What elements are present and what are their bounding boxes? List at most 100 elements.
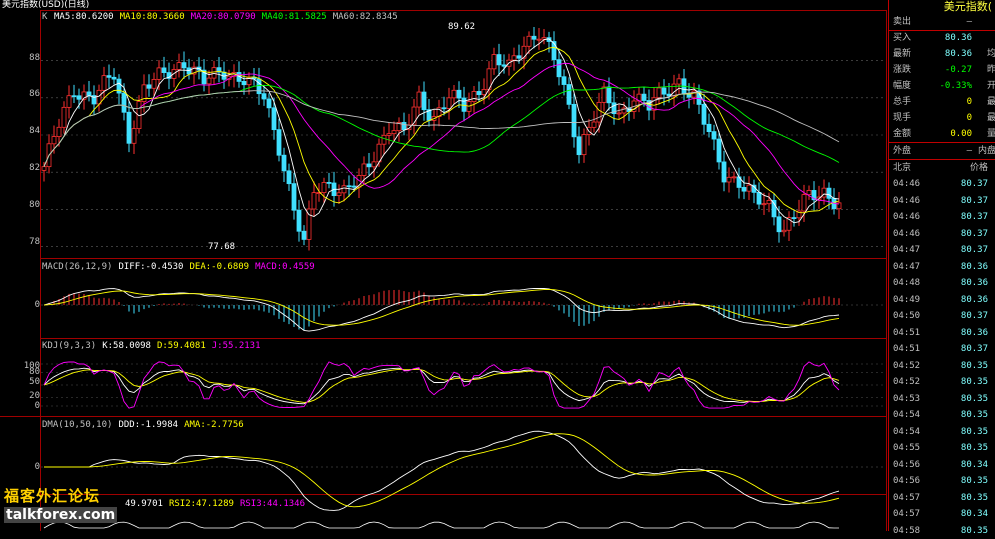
tick-time: 04:51: [893, 325, 920, 341]
tick-price: 80.36: [961, 325, 988, 341]
tick-price: 80.35: [961, 358, 988, 374]
quote-row: 现手0最: [889, 110, 995, 126]
tick-row: 04:5680.34: [889, 457, 995, 474]
candle-body: [382, 135, 386, 144]
candle-body: [537, 39, 541, 40]
ticks-header: 北京 价格: [889, 160, 995, 177]
quote-key: 买入: [893, 30, 911, 46]
tick-time: 04:50: [893, 308, 920, 324]
y-tick: 88: [28, 53, 40, 63]
tick-time: 04:54: [893, 424, 920, 440]
candle-body: [352, 186, 356, 187]
tick-row: 04:5080.37: [889, 308, 995, 325]
quote-value: -0.33%: [939, 78, 972, 94]
candle-body: [567, 85, 571, 105]
candle-body: [712, 132, 716, 139]
window-title: 美元指数(USD)(日线): [2, 0, 89, 10]
chart-area[interactable]: 美元指数(USD)(日线) K MA5:80.6200MA10:80.3660M…: [0, 0, 888, 531]
legend-item: MACD:0.4559: [255, 262, 315, 272]
candle-body: [402, 122, 406, 129]
candle-body: [277, 130, 281, 156]
tick-price: 80.35: [961, 440, 988, 456]
candle-body: [447, 98, 451, 109]
candle-body: [657, 88, 661, 98]
tick-row: 04:56 80.35: [889, 473, 995, 490]
candle-body: [152, 79, 156, 88]
tick-price: 80.37: [961, 193, 988, 209]
kdj-y-tick: 80: [28, 367, 40, 377]
tick-time: 04:47: [893, 242, 920, 258]
tick-time: 04:57: [893, 506, 920, 522]
legend-item: KDJ(9,3,3): [42, 341, 96, 351]
y-tick: 80: [28, 200, 40, 210]
tick-row: 04:4880.36: [889, 275, 995, 292]
candle-body: [302, 231, 306, 239]
legend-item: MA5:80.6200: [54, 12, 114, 22]
dma-y-tick: 0: [28, 462, 40, 472]
dma-legend: DMA(10,50,10)DDD:-1.9984AMA:-2.7756: [42, 420, 250, 430]
candle-body: [482, 89, 486, 94]
tick-time: 04:55: [893, 440, 920, 456]
tick-price: 80.34: [961, 457, 988, 473]
quote-row: 最新80.36均: [889, 46, 995, 62]
candle-body: [702, 104, 706, 124]
candle-body: [512, 56, 516, 60]
candle-body: [747, 185, 751, 191]
rsi-legend: 49.9701RSI2:47.1289RSI3:44.1346: [125, 499, 311, 509]
watermark-logo: 福客外汇论坛 talkforex.com: [0, 483, 125, 527]
candle-body: [422, 92, 426, 110]
candle-body: [607, 87, 611, 103]
tick-row: 04:5780.34: [889, 506, 995, 523]
tick-row: 04:5280.35: [889, 374, 995, 391]
quote-extra: 最: [987, 110, 995, 126]
candle-body: [692, 91, 696, 97]
candle-body: [107, 76, 111, 78]
tick-time: 04:56: [893, 473, 920, 489]
ticks-header-time: 北京: [893, 160, 911, 176]
candle-body: [457, 90, 461, 98]
y-tick: 86: [28, 89, 40, 99]
quote-key: 幅度: [893, 78, 911, 94]
legend-item: 49.9701: [125, 499, 163, 509]
candle-body: [597, 102, 601, 122]
y-tick: 82: [28, 163, 40, 173]
candle-body: [677, 79, 681, 84]
candle-body: [777, 217, 781, 232]
candle-body: [762, 204, 766, 205]
tick-price: 80.37: [961, 341, 988, 357]
candle-body: [602, 87, 606, 102]
tick-row: 04:4680.37: [889, 209, 995, 226]
quote-extra: 开: [987, 78, 995, 94]
tick-price: 80.36: [961, 292, 988, 308]
tick-time: 04:54: [893, 407, 920, 423]
quote-extra: 昨: [987, 62, 995, 78]
ticks-header-price: 价格: [970, 160, 988, 176]
candle-body: [617, 113, 621, 114]
candle-body: [642, 94, 646, 100]
rsi-line: [44, 522, 839, 528]
tick-row: 04:4980.36: [889, 292, 995, 309]
kdj-y-tick: 50: [28, 377, 40, 387]
quote-key: 涨跌: [893, 62, 911, 78]
candle-body: [282, 155, 286, 171]
candle-body: [312, 193, 316, 209]
candle-body: [207, 78, 211, 84]
quote-value: 80.36: [945, 30, 972, 46]
quote-row: 金额0.00量: [889, 126, 995, 142]
tick-time: 04:48: [893, 275, 920, 291]
tick-row: 04:5180.37: [889, 341, 995, 358]
candle-body: [337, 193, 341, 196]
candle-body: [372, 162, 376, 167]
candle-body: [452, 90, 456, 98]
candle-body: [67, 96, 71, 108]
candle-body: [552, 42, 556, 60]
candle-body: [532, 36, 536, 39]
candle-body: [87, 92, 91, 96]
candle-body: [102, 76, 106, 91]
tick-row: 04:4780.36: [889, 259, 995, 276]
legend-item: MA40:81.5825: [262, 12, 327, 22]
candle-body: [442, 108, 446, 109]
candle-body: [362, 164, 366, 175]
candle-body: [127, 112, 131, 143]
tick-price: 80.35: [961, 473, 988, 489]
